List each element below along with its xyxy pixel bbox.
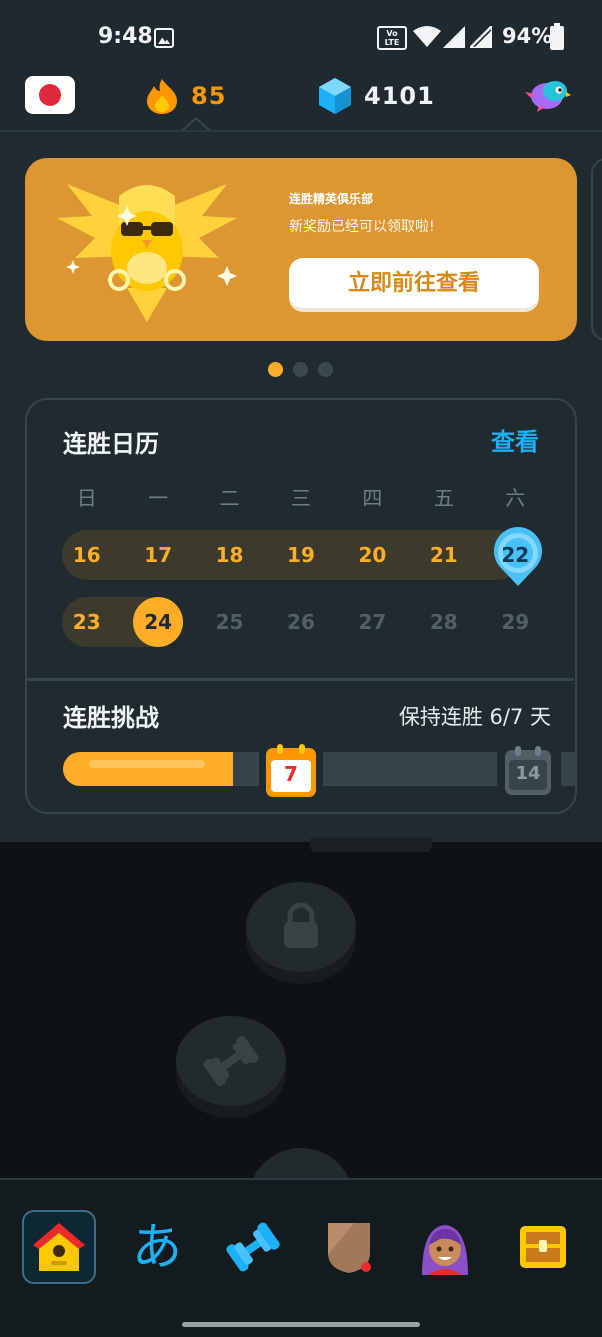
milestone-day-label: 7 xyxy=(284,762,298,786)
locked-lesson-node[interactable] xyxy=(246,882,356,972)
club-name: 连胜精英俱乐部 xyxy=(289,192,374,206)
nav-practice[interactable] xyxy=(216,1210,290,1284)
gems-counter[interactable]: 4101 xyxy=(318,76,435,116)
characters-icon: あ xyxy=(132,1218,182,1276)
calendar-day[interactable]: 18 xyxy=(194,530,265,580)
weekday-header: 日 一 二 三 四 五 六 xyxy=(51,482,551,511)
reward-text: 新奖励已经可以领取啦! xyxy=(289,219,435,235)
carousel-dots xyxy=(268,362,333,377)
carousel-dot[interactable] xyxy=(293,362,308,377)
app-top-bar: 85 4101 xyxy=(0,76,602,132)
volte-badge: Vo LTE xyxy=(377,26,407,50)
learning-path xyxy=(0,838,602,1208)
streak-club-banner[interactable]: 连胜精英俱乐部 新奖励已经可以领取啦! 立即前往查看 xyxy=(25,158,577,341)
profile-avatar-icon xyxy=(422,1225,468,1275)
nav-shop[interactable] xyxy=(506,1210,580,1284)
weekday-label: 日 xyxy=(76,486,97,510)
calendar-day[interactable]: 26 xyxy=(265,597,336,647)
milestone-7-calendar-icon: 7 xyxy=(265,744,317,802)
calendar-day[interactable]: 17 xyxy=(122,530,193,580)
nav-leagues[interactable] xyxy=(312,1210,386,1284)
calendar-day[interactable]: 23 xyxy=(51,597,122,647)
signal-icon xyxy=(443,26,465,48)
streak-calendar-card: 连胜日历 查看 日 一 二 三 四 五 六 16 17 18 19 20 21 … xyxy=(25,398,577,814)
status-time: 9:48 xyxy=(98,24,153,49)
calendar-day[interactable]: 21 xyxy=(408,530,479,580)
challenge-progress-track xyxy=(323,752,497,786)
calendar-day[interactable]: 29 xyxy=(480,597,551,647)
calendar-view-link[interactable]: 查看 xyxy=(491,422,539,457)
bottom-navigation: あ xyxy=(0,1178,602,1337)
weekday-label: 二 xyxy=(219,486,240,510)
home-icon xyxy=(33,1223,85,1271)
league-shield-icon xyxy=(328,1223,371,1273)
calendar-day[interactable]: 28 xyxy=(408,597,479,647)
battery-icon xyxy=(550,23,564,50)
weekday-label: 六 xyxy=(505,486,526,510)
challenge-progress-track xyxy=(561,752,575,786)
calendar-day[interactable]: 16 xyxy=(51,530,122,580)
streak-dropdown-panel: 连胜精英俱乐部 新奖励已经可以领取啦! 立即前往查看 连胜日历 查看 日 一 二… xyxy=(0,132,602,842)
practice-node[interactable] xyxy=(176,1016,286,1106)
weekday-label: 五 xyxy=(433,486,454,510)
language-flag-button[interactable] xyxy=(25,76,75,114)
treasure-chest-icon xyxy=(520,1226,566,1268)
weekday-label: 四 xyxy=(362,486,383,510)
streak-society-owl-badge xyxy=(57,184,237,322)
gesture-home-bar[interactable] xyxy=(182,1322,420,1327)
calendar-day[interactable]: 19 xyxy=(265,530,336,580)
calendar-week-row: 16 17 18 19 20 21 22 xyxy=(51,530,551,580)
status-bar: 9:48 Vo LTE 94% xyxy=(0,0,602,76)
challenge-progress-fill xyxy=(63,752,233,786)
view-now-button[interactable]: 立即前往查看 xyxy=(289,258,539,308)
gems-count: 4101 xyxy=(364,82,435,110)
carousel-dot[interactable] xyxy=(268,362,283,377)
gem-icon xyxy=(319,78,351,114)
streak-counter[interactable]: 85 xyxy=(145,76,226,116)
lock-icon xyxy=(284,902,318,948)
next-banner-peek[interactable] xyxy=(591,158,602,341)
wifi-icon xyxy=(413,26,441,47)
milestone-day-label: 14 xyxy=(515,763,541,784)
nav-characters[interactable]: あ xyxy=(120,1210,194,1284)
calendar-day[interactable]: 25 xyxy=(194,597,265,647)
challenge-status: 保持连胜 6/7 天 xyxy=(398,705,551,729)
weekday-label: 一 xyxy=(148,486,169,510)
gallery-notification-icon xyxy=(154,28,174,48)
carousel-dot[interactable] xyxy=(318,362,333,377)
practice-dumbbell-icon xyxy=(226,1222,280,1272)
super-duo-icon[interactable] xyxy=(525,76,571,114)
calendar-week-row: 23 24 25 26 27 28 29 xyxy=(51,597,551,647)
flame-icon xyxy=(147,79,177,114)
calendar-title: 连胜日历 xyxy=(63,430,159,458)
nav-home[interactable] xyxy=(22,1210,96,1284)
challenge-title: 连胜挑战 xyxy=(63,704,159,732)
challenge-progress-track xyxy=(233,752,259,786)
calendar-day[interactable]: 27 xyxy=(337,597,408,647)
calendar-day[interactable]: 20 xyxy=(337,530,408,580)
battery-percent: 94% xyxy=(502,24,553,48)
dumbbell-icon xyxy=(203,1035,259,1087)
signal-icon xyxy=(470,26,492,48)
nav-profile[interactable] xyxy=(408,1210,482,1284)
path-section-tab xyxy=(310,838,432,852)
calendar-day-today[interactable]: 24 xyxy=(122,597,193,647)
card-divider xyxy=(27,678,574,681)
calendar-day-frozen[interactable]: 22 xyxy=(480,530,551,580)
streak-count: 85 xyxy=(191,82,227,110)
weekday-label: 三 xyxy=(290,486,311,510)
milestone-14-calendar-icon: 14 xyxy=(504,746,552,800)
